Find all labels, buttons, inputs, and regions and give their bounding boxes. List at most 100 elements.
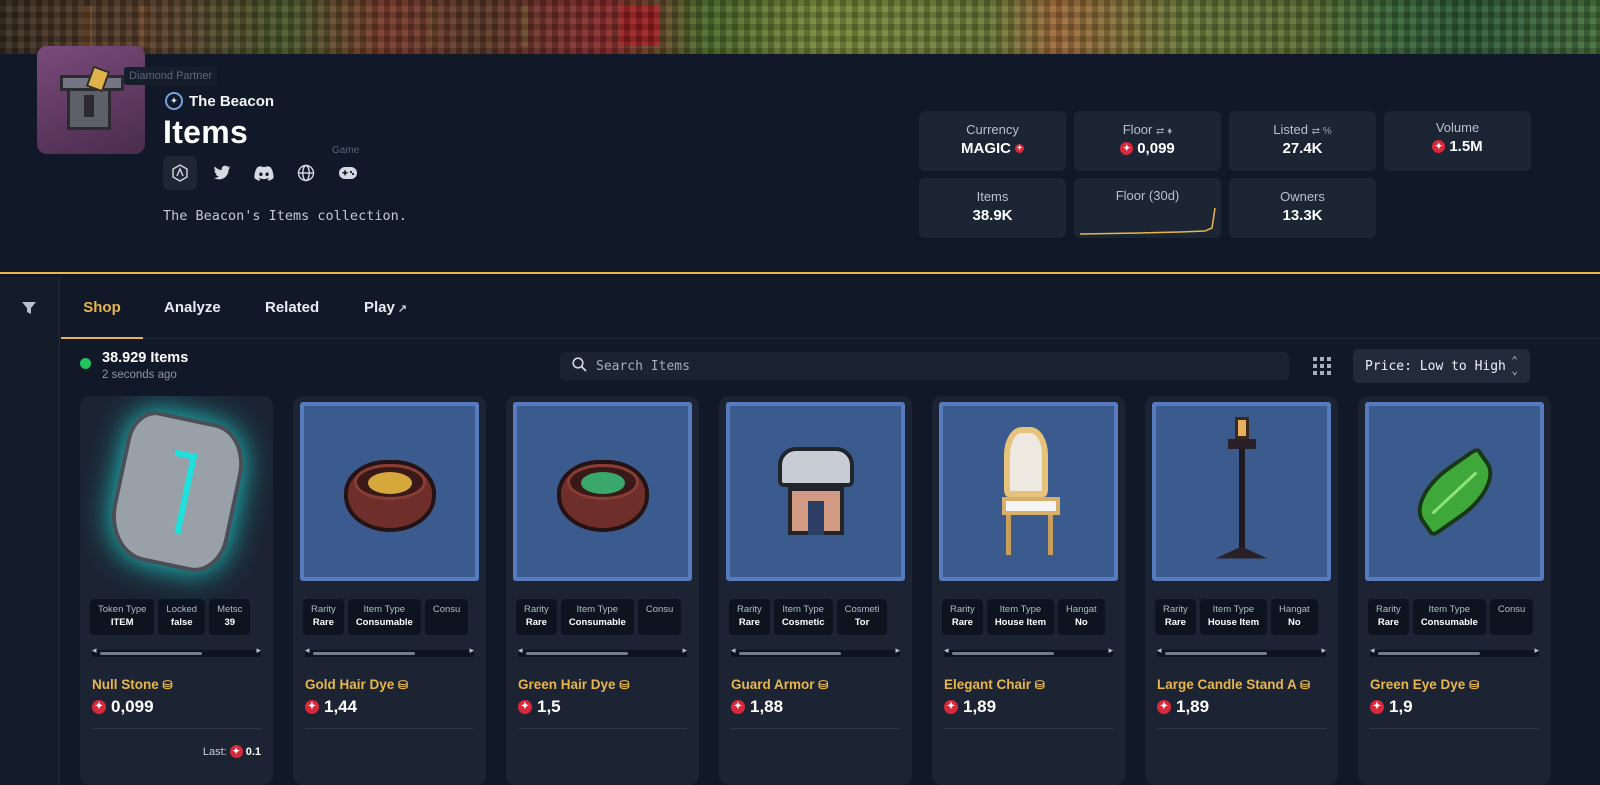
attribute-scrollbar[interactable] (1157, 645, 1326, 657)
attribute-scrollbar[interactable] (305, 645, 474, 657)
brand[interactable]: ✦ The Beacon (165, 92, 274, 110)
coin-stack-icon: ⛁ (1034, 678, 1045, 692)
tab-play[interactable]: Play ↗ (364, 277, 407, 339)
coin-stack-icon: ⛁ (619, 678, 630, 692)
search-icon (572, 356, 587, 376)
attribute-scrollbar[interactable] (92, 645, 261, 657)
item-card[interactable]: Rarity Rare Item Type Cosmetic Cosmeti Tor … (719, 396, 912, 785)
sort-select[interactable]: Price: Low to High ⌃ ⌄ (1353, 349, 1530, 383)
stat-floor30d-label: Floor (30d) (1115, 188, 1180, 203)
filter-icon[interactable] (21, 300, 37, 321)
stat-floor-label: Floor (1122, 122, 1153, 137)
item-name[interactable]: Green Hair Dye ⛁ (518, 677, 629, 692)
item-attributes: Rarity Rare Item Type Cosmetic Cosmeti Tor (729, 599, 888, 635)
gamepad-icon[interactable] (331, 156, 365, 190)
stat-items-value: 38.9K (972, 207, 1013, 224)
item-name[interactable]: Large Candle Stand A ⛁ (1157, 677, 1310, 692)
card-divider (944, 728, 1113, 729)
item-name[interactable]: Gold Hair Dye ⛁ (305, 677, 408, 692)
twitter-icon[interactable] (205, 156, 239, 190)
item-price: ✦ 1,44 (305, 697, 357, 717)
magic-token-icon: ✦ (1157, 700, 1171, 714)
sort-label: Price: Low to High (1365, 358, 1506, 374)
tab-play-label: Play (364, 299, 395, 316)
item-card[interactable]: RarityRare Item TypeConsumable Consu Gol… (293, 396, 486, 785)
item-card[interactable]: Rarity Rare Item Type House Item Hangat No … (932, 396, 1125, 785)
attribute-chip: Rarity Rare (729, 599, 770, 635)
swap-eth-icon[interactable]: ⇄ ♦ (1156, 126, 1172, 137)
stat-currency-label: Currency (966, 122, 1019, 137)
coin-stack-icon: ⛁ (818, 678, 829, 692)
swap-percent-icon[interactable]: ⇄ % (1312, 126, 1332, 137)
attribute-chip: Hangat No (1271, 599, 1318, 635)
item-attributes: Rarity Rare Item Type Consumable Consu (303, 599, 469, 635)
magic-token-icon: ✦ (229, 745, 243, 758)
external-link-icon: ↗ (397, 303, 408, 315)
attribute-chip: Hangat No (1058, 599, 1105, 635)
globe-icon[interactable] (289, 156, 323, 190)
discord-icon[interactable] (247, 156, 281, 190)
item-image[interactable] (1365, 402, 1544, 581)
attribute-chip: Cosmeti Tor (836, 599, 888, 635)
collection-banner (0, 0, 1600, 54)
item-card[interactable]: Rarity Rare Item Type House Item Hangat No … (1145, 396, 1338, 785)
item-name[interactable]: Green Eye Dye ⛁ (1370, 677, 1479, 692)
coin-stack-icon: ⛁ (1300, 678, 1311, 692)
attribute-scrollbar[interactable] (731, 645, 900, 657)
magic-token-icon: ✦ (305, 700, 319, 714)
item-count: 38.929 Items (102, 350, 189, 366)
item-image[interactable] (939, 402, 1118, 581)
stat-floor-30d: Floor (30d) (1074, 178, 1221, 238)
attribute-scrollbar[interactable] (1370, 645, 1539, 657)
item-attributes: Rarity Rare Item Type Consumable Consu (516, 599, 682, 635)
coin-stack-icon: ⛁ (1469, 678, 1480, 692)
item-image[interactable] (726, 402, 905, 581)
attribute-scrollbar[interactable] (944, 645, 1113, 657)
tab-related[interactable]: Related (265, 277, 319, 339)
magic-token-icon: ✦ (92, 700, 106, 714)
item-name[interactable]: Elegant Chair ⛁ (944, 677, 1045, 692)
item-card[interactable]: RarityRare Item TypeConsumable Consu Gre… (506, 396, 699, 785)
item-attributes: Rarity Rare Item Type House Item Hangat No (1155, 599, 1318, 635)
item-attributes: Token Type ITEM Locked false Metsc 39 (90, 599, 251, 635)
search-input[interactable] (596, 358, 1256, 374)
attribute-chip: Consu (1489, 599, 1534, 635)
item-card[interactable]: RarityRare Item TypeConsumable Consu Gre… (1358, 396, 1551, 785)
attribute-chip: Item Type Cosmetic (773, 599, 833, 635)
tab-shop[interactable]: Shop (61, 277, 143, 339)
item-image[interactable] (1152, 402, 1331, 581)
attribute-chip: Rarity Rare (516, 599, 557, 635)
stat-volume: Volume ✦ 1.5M (1384, 111, 1531, 171)
attribute-chip: Token Type ITEM (90, 599, 155, 635)
attribute-scrollbar[interactable] (518, 645, 687, 657)
attribute-chip: Metsc 39 (209, 599, 251, 635)
item-grid: Token TypeITEM Lockedfalse Metsc39 Null … (61, 396, 1600, 785)
tab-analyze[interactable]: Analyze (164, 277, 221, 339)
item-price: ✦ 0,099 (92, 697, 154, 717)
item-image[interactable] (300, 402, 479, 581)
stat-listed: Listed ⇄ % 27.4K (1229, 111, 1376, 171)
item-card[interactable]: Token TypeITEM Lockedfalse Metsc39 Null … (80, 396, 273, 785)
coin-stack-icon: ⛁ (398, 678, 409, 692)
coin-stack-icon: ⛁ (162, 678, 173, 692)
floor-sparkline (1080, 207, 1216, 235)
item-name[interactable]: Null Stone ⛁ (92, 677, 173, 692)
attribute-chip: Locked false (158, 599, 206, 635)
brand-name[interactable]: The Beacon (189, 93, 274, 110)
attribute-chip: Rarity Rare (942, 599, 983, 635)
stat-floor-value: 0,099 (1137, 140, 1175, 157)
item-image[interactable] (87, 402, 266, 581)
attribute-chip: Consu (424, 599, 469, 635)
attribute-chip: Consu (637, 599, 682, 635)
card-divider (1370, 728, 1539, 729)
card-divider (92, 728, 261, 729)
item-price: ✦ 1,89 (1157, 697, 1209, 717)
arbitrum-icon[interactable] (163, 156, 197, 190)
item-image[interactable] (513, 402, 692, 581)
social-links (163, 156, 365, 190)
item-name[interactable]: Guard Armor ⛁ (731, 677, 828, 692)
item-attributes: Rarity Rare Item Type Consumable Consu (1368, 599, 1534, 635)
grid-view-icon[interactable] (1313, 357, 1331, 375)
game-tooltip: Game (332, 145, 360, 156)
search-box[interactable] (560, 352, 1289, 380)
